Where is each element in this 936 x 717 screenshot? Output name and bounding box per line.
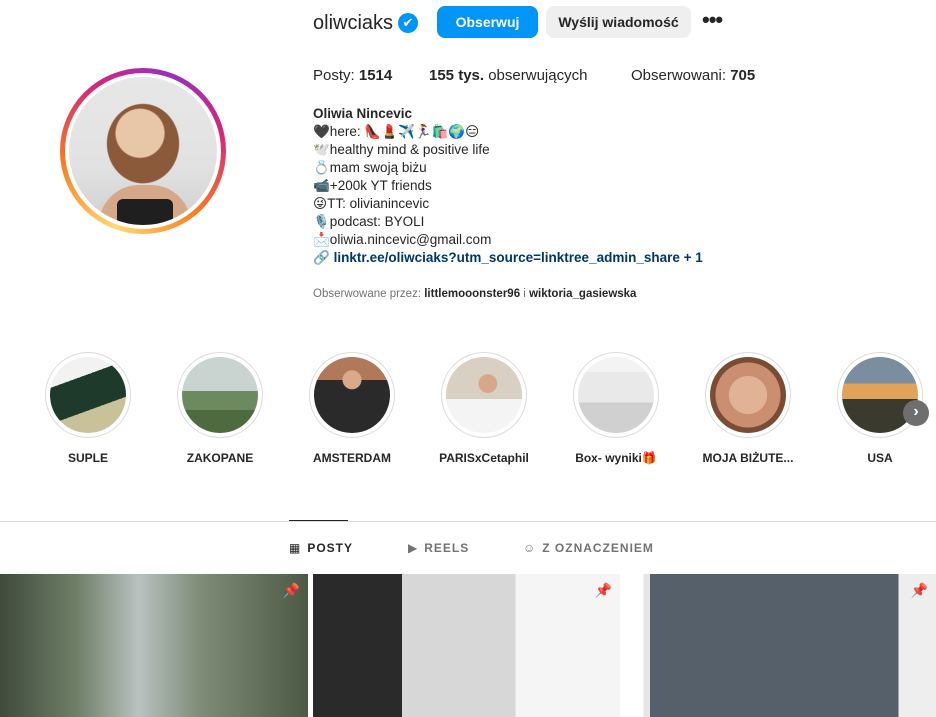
tab-reels[interactable]: ▶ REELS (408, 541, 469, 555)
profile-avatar[interactable] (60, 68, 226, 234)
pinned-icon: 📌 (594, 582, 612, 598)
bio-line: 🎙️podcast: BYOLI (313, 214, 425, 229)
highlight-label: PARISxCetaphil (439, 451, 529, 465)
highlight-suple[interactable]: SUPLE (45, 352, 131, 465)
bio-line: 😜TT: olivianincevic (313, 196, 430, 211)
send-message-button[interactable]: Wyślij wiadomość (546, 6, 691, 38)
bio-line: 📹+200k YT friends (313, 178, 432, 193)
bio-line: 💍mam swoją biżu (313, 160, 427, 175)
followed-by-user[interactable]: littlemooonster96 (424, 288, 520, 300)
highlight-label: AMSTERDAM (313, 451, 391, 465)
bio-link[interactable]: linktr.ee/oliwciaks?utm_source=linktree_… (334, 250, 703, 265)
highlight-moja-bizuteria[interactable]: MOJA BIŻUTE... (703, 352, 793, 465)
highlights-next-arrow-icon[interactable]: › (903, 400, 929, 426)
profile-full-name: Oliwia Nincevic (313, 106, 413, 121)
followers-count[interactable]: 155 tys. obserwujących (429, 67, 587, 84)
more-options-icon[interactable]: ••• (702, 8, 728, 36)
highlight-label: ZAKOPANE (186, 451, 254, 465)
following-count[interactable]: Obserwowani: 705 (631, 67, 755, 84)
avatar-photo (69, 77, 217, 225)
followed-by-user[interactable]: wiktoria_gasiewska (529, 288, 636, 300)
post-thumbnail[interactable]: 📌 (313, 574, 620, 717)
grid-icon: ▦ (289, 541, 302, 555)
link-icon: 🔗 (313, 250, 330, 265)
post-thumbnail[interactable]: 📌 (625, 574, 936, 717)
posts-count: Posty: 1514 (313, 67, 393, 84)
pinned-icon: 📌 (282, 582, 300, 598)
highlight-box-wyniki[interactable]: Box- wyniki🎁 (573, 352, 659, 465)
bio-line: 🕊️healthy mind & positive life (313, 142, 490, 157)
tab-posts[interactable]: ▦ POSTY (289, 541, 353, 555)
highlight-amsterdam[interactable]: AMSTERDAM (309, 352, 395, 465)
highlight-zakopane[interactable]: ZAKOPANE (177, 352, 263, 465)
bio-line: 🖤here: 👠💄✈️🏃‍♀️🛍️🌍😑 (313, 124, 480, 139)
tabs-divider (0, 521, 936, 522)
follow-button[interactable]: Obserwuj (437, 6, 538, 38)
active-tab-indicator (289, 520, 348, 521)
profile-bio: Oliwia Nincevic 🖤here: 👠💄✈️🏃‍♀️🛍️🌍😑 🕊️he… (313, 105, 773, 267)
highlight-paris[interactable]: PARISxCetaphil (439, 352, 529, 465)
reels-icon: ▶ (408, 541, 419, 555)
highlight-label: MOJA BIŻUTE... (702, 451, 794, 465)
profile-username: oliwciaks (313, 12, 394, 34)
bio-line: 📩oliwia.nincevic@gmail.com (313, 232, 492, 247)
post-thumbnail[interactable]: 📌 (0, 574, 308, 717)
highlight-label: Box- wyniki🎁 (575, 451, 657, 465)
highlight-label: SUPLE (67, 451, 108, 465)
highlight-label: USA (867, 451, 893, 465)
pinned-icon: 📌 (910, 582, 928, 598)
verified-badge-icon: ✔ (398, 13, 418, 33)
tagged-icon: ☺ (523, 541, 537, 555)
tab-tagged[interactable]: ☺ Z OZNACZENIEM (523, 541, 654, 555)
bio-link-row[interactable]: 🔗 linktr.ee/oliwciaks?utm_source=linktre… (313, 249, 773, 267)
followed-by[interactable]: Obserwowane przez: littlemooonster96 i w… (313, 288, 636, 300)
